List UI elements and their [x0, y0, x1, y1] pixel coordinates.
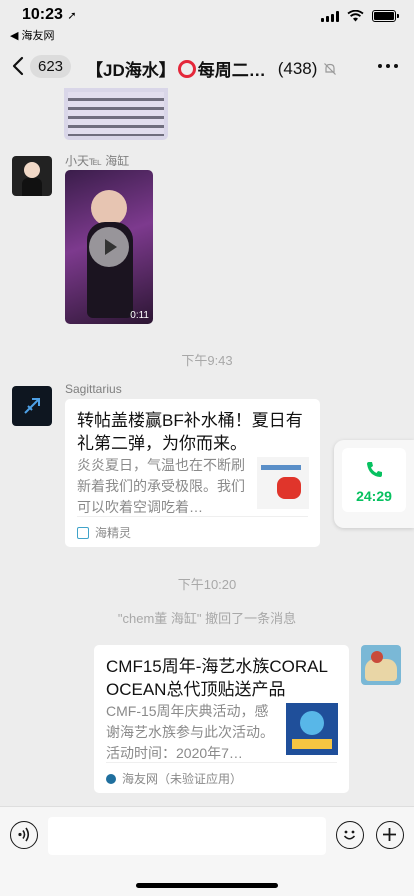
back-to-app-link[interactable]: ◀ 海友网	[10, 27, 55, 43]
voice-icon	[18, 827, 30, 842]
avatar[interactable]	[12, 386, 52, 426]
link-card-message[interactable]: CMF15周年-海艺水族CORAL OCEAN总代顶贴送产品 CMF-15周年庆…	[94, 645, 349, 793]
smiley-icon	[343, 830, 356, 840]
time-separator: 下午9:43	[181, 353, 233, 368]
link-card-title: 转帖盖楼赢BF补水桶！夏日有礼第二弹，为你而来。	[77, 411, 303, 453]
message-input[interactable]	[48, 817, 326, 855]
mini-program-icon	[77, 526, 89, 539]
link-card-message[interactable]: 转帖盖楼赢BF补水桶！夏日有礼第二弹，为你而来。 炎炎夏日，气温也在不断刷新着我…	[65, 399, 320, 547]
source-label: 海精灵	[95, 526, 132, 540]
sender-name: 小天℡ 海缸	[65, 154, 130, 168]
member-count: (438)	[277, 58, 318, 78]
status-icons	[321, 10, 399, 22]
more-options-button[interactable]	[378, 56, 398, 76]
status-time: 10:23 ➚	[22, 6, 77, 23]
link-card-source: 海精灵	[77, 516, 308, 541]
link-card-source: 海友网（未验证应用）	[106, 762, 337, 787]
home-indicator	[136, 883, 278, 888]
avatar[interactable]	[361, 645, 401, 685]
voice-input-button[interactable]	[10, 821, 38, 849]
link-card-title: CMF15周年-海艺水族CORAL OCEAN总代顶贴送产品	[106, 657, 328, 699]
chevron-left-icon	[12, 56, 24, 76]
chat-title-suffix: 每周二…	[197, 61, 266, 80]
image-message-partial[interactable]	[64, 88, 168, 140]
recall-notice: "chem董 海缸" 撤回了一条消息	[117, 611, 297, 626]
link-card-thumbnail	[286, 703, 338, 755]
phone-icon	[367, 462, 382, 477]
plus-icon	[383, 828, 396, 841]
source-label: 海友网（未验证应用）	[122, 772, 243, 786]
video-message[interactable]: 0:11	[65, 170, 153, 324]
unread-count-badge: 623	[30, 54, 72, 78]
floating-call-window[interactable]: 24:29	[334, 440, 414, 528]
input-toolbar	[0, 806, 414, 896]
link-card-description: 炎炎夏日，气温也在不断刷新着我们的承受极限。我们可以吹着空调吃着…	[77, 457, 245, 515]
chat-header: 623 【JD海水】 每周二… (438)	[0, 44, 414, 88]
battery-icon	[372, 10, 399, 22]
app-logo-icon	[106, 773, 116, 784]
avatar[interactable]	[12, 156, 52, 196]
sender-name: Sagittarius	[65, 382, 122, 396]
chat-title: 【JD海水】 每周二… (438)	[86, 56, 352, 81]
time-separator: 下午10:20	[177, 577, 237, 592]
chat-title-prefix: 【JD海水】	[86, 61, 176, 80]
mute-bell-icon	[324, 62, 337, 75]
play-icon[interactable]	[89, 227, 129, 267]
video-duration: 0:11	[130, 310, 149, 321]
status-bar: 10:23 ➚ ◀ 海友网	[0, 0, 414, 44]
link-card-thumbnail	[257, 457, 309, 509]
red-circle-emoji-icon	[177, 59, 196, 78]
link-card-description: CMF-15周年庆典活动，感谢海艺水族参与此次活动。活动时间：2020年7…	[106, 703, 274, 761]
back-button[interactable]: 623	[12, 52, 72, 80]
more-actions-button[interactable]	[376, 821, 404, 849]
location-arrow-icon: ➚	[67, 10, 77, 22]
cellular-signal-icon	[321, 10, 339, 22]
call-card[interactable]: 24:29	[342, 448, 406, 512]
wifi-icon	[347, 10, 364, 22]
call-duration: 24:29	[356, 488, 392, 504]
emoji-button[interactable]	[336, 821, 364, 849]
